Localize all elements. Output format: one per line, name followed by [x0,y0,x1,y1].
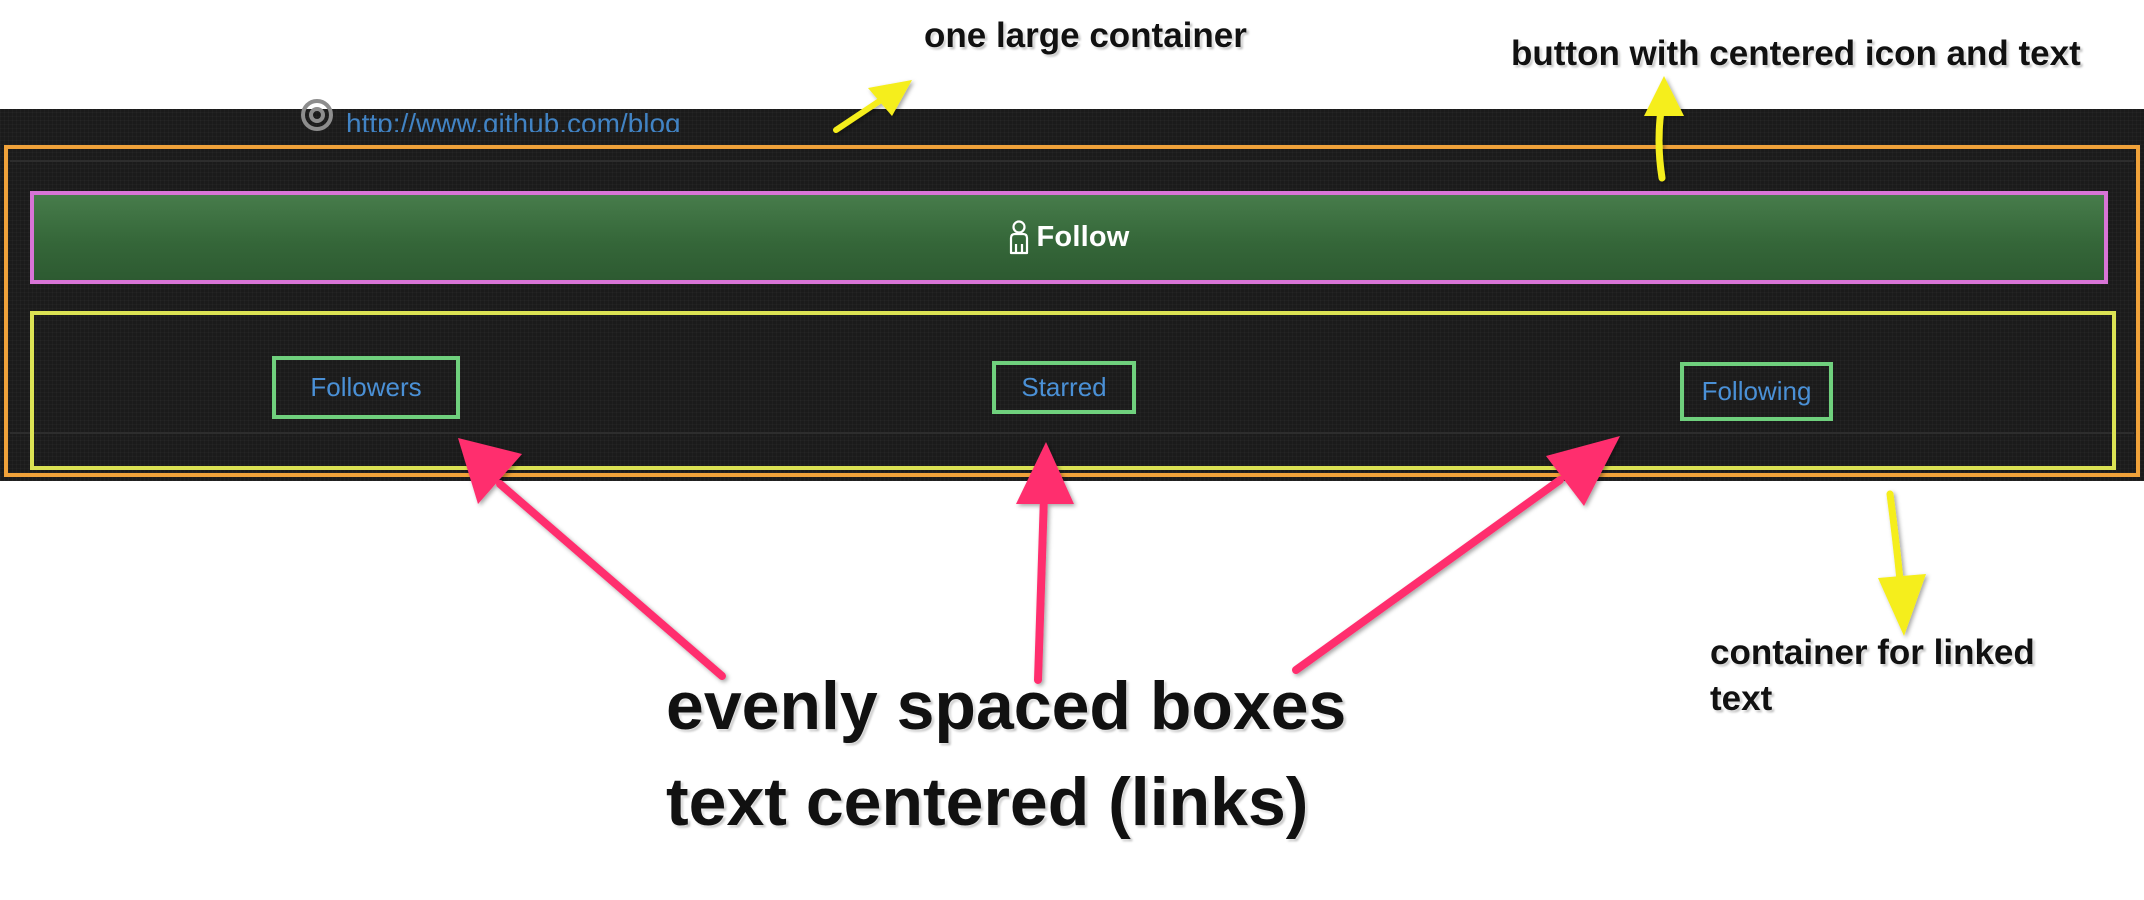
annotated-screenshot: http://www.github.com/blog Follow Follow… [0,0,2144,900]
blog-link-row: http://www.github.com/blog [300,90,681,132]
annotation-linked-line1: container for linked [1710,633,2035,672]
starred-link-box: Starred [992,361,1136,414]
following-link[interactable]: Following [1702,376,1812,407]
annotation-linked-container: container for linked text [1710,630,2090,722]
following-link-box: Following [1680,362,1833,421]
blog-link[interactable]: http://www.github.com/blog [346,110,681,133]
link-icon [300,98,334,132]
annotation-button: button with centered icon and text [1511,34,2081,73]
annotation-evenly-spaced: evenly spaced boxes text centered (links… [666,658,1566,850]
followers-link-box: Followers [272,356,460,419]
annotation-large-container: one large container [924,16,1247,55]
followers-link[interactable]: Followers [310,372,421,403]
annotation-evenly-line1: evenly spaced boxes [666,668,1347,744]
yellow-arrow-links-container [1878,490,1926,636]
annotation-evenly-line2: text centered (links) [666,764,1309,840]
starred-link[interactable]: Starred [1021,372,1106,403]
annotation-linked-line2: text [1710,679,1773,718]
button-outline [30,191,2108,284]
